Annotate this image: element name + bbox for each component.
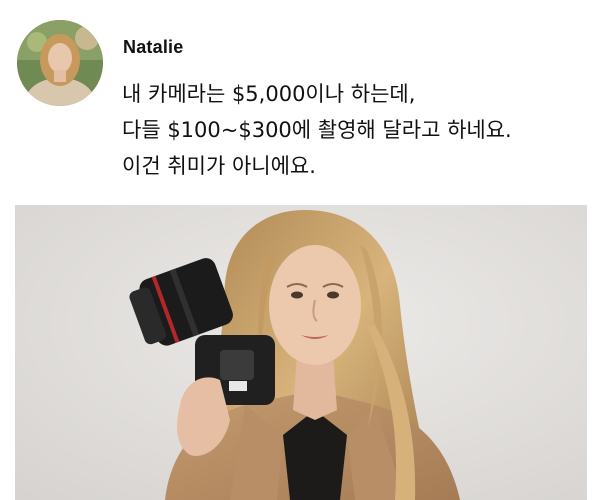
avatar-image <box>17 20 103 106</box>
author-avatar[interactable] <box>17 20 103 106</box>
post-text-line: 이건 취미가 아니에요. <box>122 154 316 178</box>
post-text-line: 다들 $100~$300에 촬영해 달라고 하네요. <box>122 118 512 142</box>
post-body: 내 카메라는 $5,000이나 하는데, 다들 $100~$300에 촬영해 달… <box>122 76 592 184</box>
post-photo[interactable] <box>15 205 587 500</box>
photo-illustration <box>15 205 587 500</box>
author-name[interactable]: Natalie <box>123 37 183 58</box>
post-text-line: 내 카메라는 $5,000이나 하는데, <box>122 82 416 106</box>
